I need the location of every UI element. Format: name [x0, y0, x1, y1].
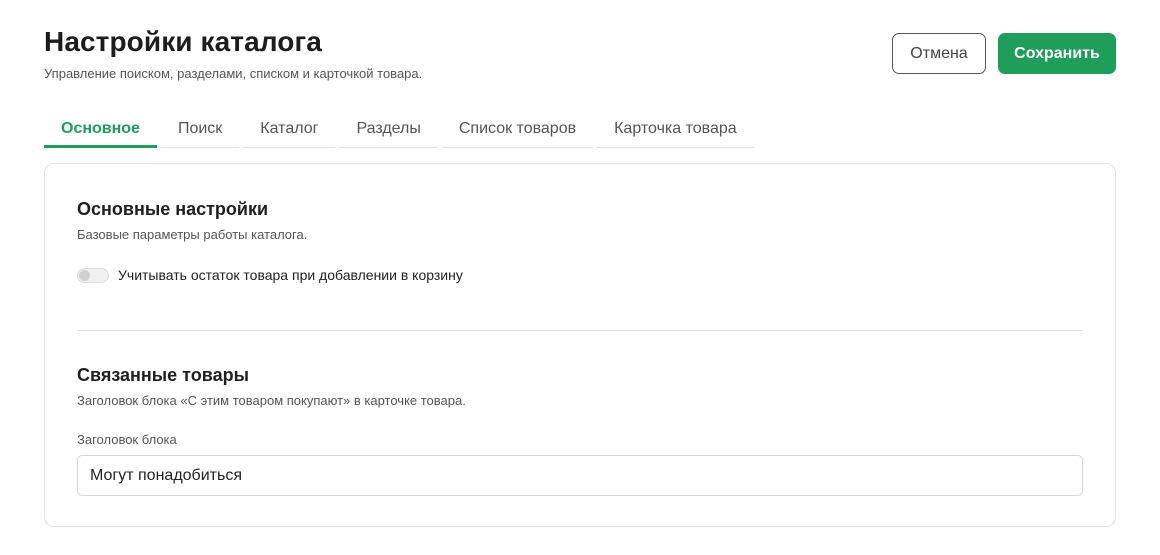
tab-product-card[interactable]: Карточка товара	[597, 110, 754, 148]
main-settings-description: Базовые параметры работы каталога.	[77, 227, 308, 242]
related-products-section: Связанные товары Заголовок блока «С этим…	[77, 364, 1083, 496]
stock-toggle-label: Учитывать остаток товара при добавлении …	[118, 267, 463, 283]
page-title: Настройки каталога	[44, 26, 322, 57]
related-products-title: Связанные товары	[77, 365, 249, 385]
main-settings-title: Основные настройки	[77, 199, 269, 219]
tab-sections[interactable]: Разделы	[339, 110, 438, 148]
tab-product-list[interactable]: Список товаров	[441, 110, 594, 148]
page-header: Настройки каталога Управление поиском, р…	[44, 26, 422, 82]
related-products-description: Заголовок блока «С этим товаром покупают…	[77, 393, 466, 408]
tab-main[interactable]: Основное	[44, 110, 157, 148]
page-subtitle: Управление поиском, разделами, списком и…	[44, 66, 423, 81]
tab-search[interactable]: Поиск	[160, 110, 240, 148]
header-actions: Отмена Сохранить	[892, 33, 1116, 74]
cancel-button[interactable]: Отмена	[892, 33, 986, 74]
save-button[interactable]: Сохранить	[998, 33, 1116, 74]
stock-toggle[interactable]	[77, 267, 109, 283]
tab-catalog[interactable]: Каталог	[243, 110, 336, 148]
block-title-label: Заголовок блока	[77, 432, 177, 447]
settings-tabs: Основное Поиск Каталог Разделы Список то…	[44, 110, 754, 148]
toggle-knob	[79, 269, 90, 281]
main-settings-section: Основные настройки Базовые параметры раб…	[77, 198, 1083, 283]
section-divider	[77, 330, 1083, 331]
settings-card: Основные настройки Базовые параметры раб…	[44, 163, 1116, 527]
stock-toggle-row: Учитывать остаток товара при добавлении …	[77, 267, 1083, 283]
block-title-input[interactable]	[77, 455, 1083, 496]
